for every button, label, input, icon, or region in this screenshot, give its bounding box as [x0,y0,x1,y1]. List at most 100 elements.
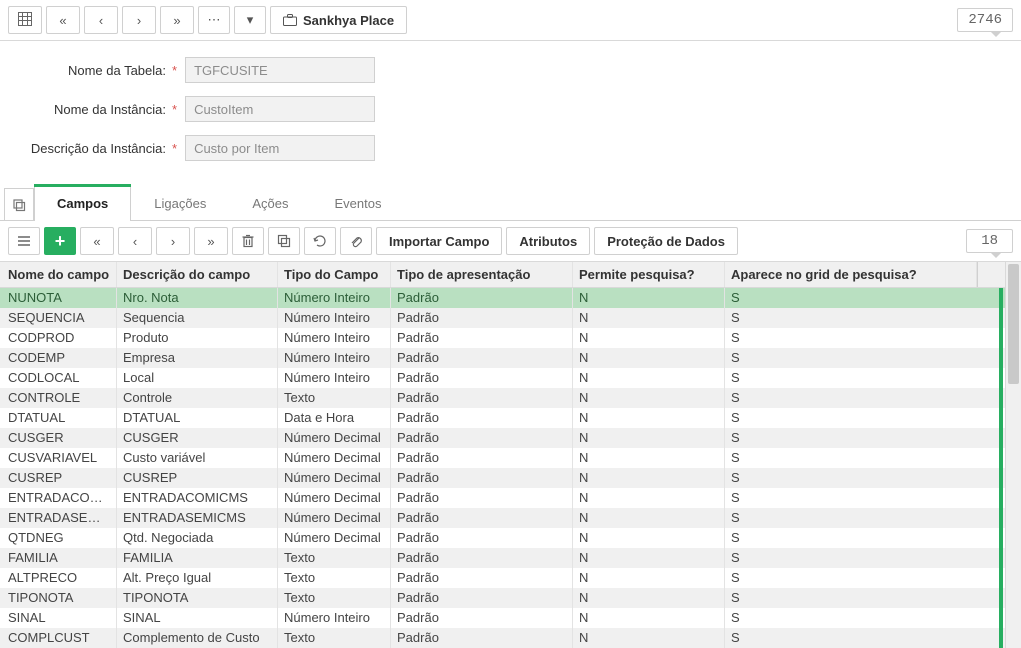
protecao-dados-button[interactable]: Proteção de Dados [594,227,738,255]
table-row[interactable]: CUSVARIAVELCusto variávelNúmero DecimalP… [0,448,1021,468]
cell-tipo-apresentacao: Padrão [391,548,573,568]
sub-last-button[interactable]: » [194,227,228,255]
cell-permite-pesquisa: N [573,628,725,648]
table-row[interactable]: ALTPRECOAlt. Preço IgualTextoPadrãoNS [0,568,1021,588]
cell-descricao-campo: Produto [117,328,278,348]
cell-nome-campo: NUNOTA [0,288,117,308]
cell-aparece-grid: S [725,568,977,588]
first-record-button[interactable]: « [46,6,80,34]
sub-first-button[interactable]: « [80,227,114,255]
header-tipo-apresentacao[interactable]: Tipo de apresentação [391,262,573,287]
grid-view-button[interactable] [8,6,42,34]
label-nome-instancia: Nome da Instância: [12,102,172,117]
cell-descricao-campo: Complemento de Custo [117,628,278,648]
cell-tipo-apresentacao: Padrão [391,468,573,488]
attach-button[interactable] [340,227,372,255]
duplicate-button[interactable] [268,227,300,255]
cell-aparece-grid: S [725,448,977,468]
grid-icon [18,12,32,29]
list-icon [17,234,31,248]
table-row[interactable]: CUSGERCUSGERNúmero DecimalPadrãoNS [0,428,1021,448]
table-row[interactable]: NUNOTANro. NotaNúmero InteiroPadrãoNS [0,288,1021,308]
table-row[interactable]: SINALSINALNúmero InteiroPadrãoNS [0,608,1021,628]
table-row[interactable]: CUSREPCUSREPNúmero DecimalPadrãoNS [0,468,1021,488]
sub-prev-button[interactable]: ‹ [118,227,152,255]
cell-aparece-grid: S [725,528,977,548]
table-row[interactable]: DTATUALDTATUALData e HoraPadrãoNS [0,408,1021,428]
cell-permite-pesquisa: N [573,348,725,368]
header-aparece-grid[interactable]: Aparece no grid de pesquisa? [725,262,977,287]
sub-next-button[interactable]: › [156,227,190,255]
header-nome-campo[interactable]: Nome do campo [0,262,117,287]
cell-permite-pesquisa: N [573,288,725,308]
chevron-left-icon: ‹ [133,234,137,249]
cell-permite-pesquisa: N [573,368,725,388]
cell-tipo-apresentacao: Padrão [391,448,573,468]
list-view-button[interactable] [8,227,40,255]
double-chevron-right-icon: » [173,13,180,28]
table-row[interactable]: COMPLCUSTComplemento de CustoTextoPadrão… [0,628,1021,648]
cell-permite-pesquisa: N [573,508,725,528]
last-record-button[interactable]: » [160,6,194,34]
cell-tipo-campo: Número Inteiro [278,608,391,628]
add-field-button[interactable]: + [44,227,76,255]
table-row[interactable]: ENTRADASEMICMSENTRADASEMICMSNúmero Decim… [0,508,1021,528]
briefcase-icon [283,14,297,26]
cell-aparece-grid: S [725,428,977,448]
sankhya-place-button[interactable]: Sankhya Place [270,6,407,34]
importar-campo-button[interactable]: Importar Campo [376,227,502,255]
next-record-button[interactable]: › [122,6,156,34]
table-row[interactable]: SEQUENCIASequenciaNúmero InteiroPadrãoNS [0,308,1021,328]
cell-aparece-grid: S [725,388,977,408]
chevron-left-icon: ‹ [99,13,103,28]
tab-ligacoes[interactable]: Ligações [131,186,229,220]
input-nome-instancia[interactable] [185,96,375,122]
cell-descricao-campo: SINAL [117,608,278,628]
more-actions-button[interactable]: ⋯ [198,6,230,34]
cell-descricao-campo: FAMILIA [117,548,278,568]
tab-campos[interactable]: Campos [34,186,131,220]
copy-details-button[interactable] [4,188,34,220]
table-row[interactable]: CONTROLEControleTextoPadrãoNS [0,388,1021,408]
vertical-scrollbar[interactable] [1005,262,1021,648]
cell-tipo-campo: Número Decimal [278,508,391,528]
header-permite-pesquisa[interactable]: Permite pesquisa? [573,262,725,287]
table-row[interactable]: CODEMPEmpresaNúmero InteiroPadrãoNS [0,348,1021,368]
delete-button[interactable] [232,227,264,255]
cell-tipo-campo: Data e Hora [278,408,391,428]
cell-descricao-campo: CUSGER [117,428,278,448]
table-row[interactable]: ENTRADACOMICMSENTRADACOMICMSNúmero Decim… [0,488,1021,508]
input-nome-tabela[interactable] [185,57,375,83]
tab-eventos[interactable]: Eventos [311,186,404,220]
cell-tipo-apresentacao: Padrão [391,408,573,428]
header-descricao-campo[interactable]: Descrição do campo [117,262,278,287]
table-row[interactable]: QTDNEGQtd. NegociadaNúmero DecimalPadrão… [0,528,1021,548]
table-row[interactable]: CODPRODProdutoNúmero InteiroPadrãoNS [0,328,1021,348]
cell-descricao-campo: Local [117,368,278,388]
table-row[interactable]: FAMILIAFAMILIATextoPadrãoNS [0,548,1021,568]
input-descricao-instancia[interactable] [185,135,375,161]
cell-aparece-grid: S [725,548,977,568]
cell-descricao-campo: TIPONOTA [117,588,278,608]
required-marker: * [172,102,185,117]
cell-tipo-campo: Texto [278,568,391,588]
refresh-button[interactable] [304,227,336,255]
label-nome-tabela: Nome da Tabela: [12,63,172,78]
cell-aparece-grid: S [725,488,977,508]
cell-nome-campo: CUSREP [0,468,117,488]
prev-record-button[interactable]: ‹ [84,6,118,34]
cell-nome-campo: CUSGER [0,428,117,448]
cell-descricao-campo: Nro. Nota [117,288,278,308]
cell-aparece-grid: S [725,628,977,648]
cell-aparece-grid: S [725,308,977,328]
atributos-button: Atributos [506,227,590,255]
dropdown-button[interactable]: ▾ [234,6,266,34]
table-row[interactable]: TIPONOTATIPONOTATextoPadrãoNS [0,588,1021,608]
table-row[interactable]: CODLOCALLocalNúmero InteiroPadrãoNS [0,368,1021,388]
cell-aparece-grid: S [725,608,977,628]
tab-acoes[interactable]: Ações [229,186,311,220]
cell-permite-pesquisa: N [573,488,725,508]
header-tipo-campo[interactable]: Tipo do Campo [278,262,391,287]
cell-tipo-campo: Número Decimal [278,428,391,448]
scroll-thumb[interactable] [1008,264,1019,384]
